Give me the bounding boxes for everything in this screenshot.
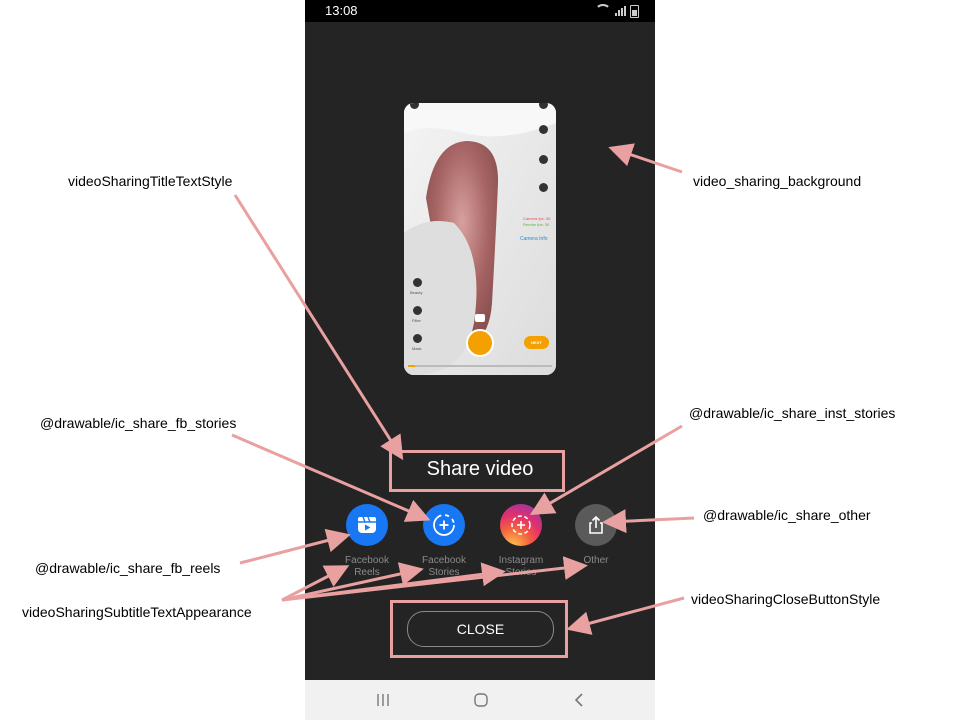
fb-reels-annotation: @drawable/ic_share_fb_reels [35,560,221,576]
fb-stories-annotation: @drawable/ic_share_fb_stories [40,415,237,431]
arrow-title-style [233,194,404,461]
arrow-close-style [566,596,685,635]
close-style-annotation: videoSharingCloseButtonStyle [691,591,881,607]
subtitle-appearance-annotation: videoSharingSubtitleTextAppearance [22,604,252,620]
share-other-annotation: @drawable/ic_share_other [703,507,871,523]
title-highlight-box [389,450,565,492]
arrow-share-other [602,509,695,534]
arrow-fb-reels [239,528,351,565]
title-style-annotation: videoSharingTitleTextStyle [68,173,233,189]
background-annotation: video_sharing_background [693,173,862,189]
annotation-overlay: videoSharingTitleTextStyle video_sharing… [0,0,960,720]
close-highlight-box [390,600,568,658]
arrow-subtitle-4 [281,556,588,602]
inst-stories-annotation: @drawable/ic_share_inst_stories [689,405,896,421]
arrow-background [608,143,683,174]
